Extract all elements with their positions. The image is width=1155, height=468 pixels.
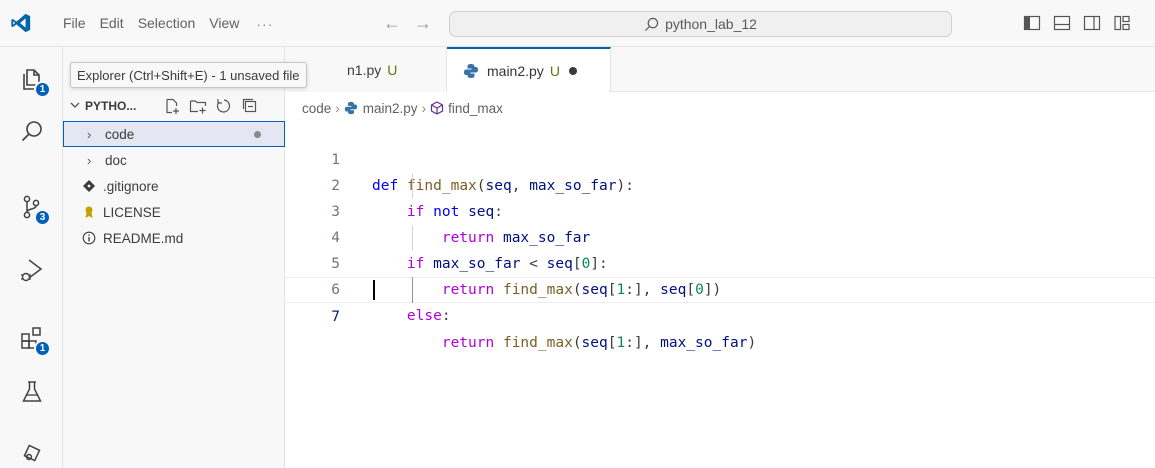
menu-file[interactable]: File (56, 0, 93, 47)
indent-guide (412, 225, 413, 251)
code-editor[interactable]: 1 def find_max(seq, max_so_far): 2 if no… (285, 120, 1155, 468)
tree-item-code[interactable]: › code (63, 121, 285, 147)
indent-guide (412, 173, 413, 199)
tab-n1[interactable]: n1.py U (285, 47, 447, 92)
line-number: 7 (331, 309, 340, 325)
explorer-activity-button[interactable]: 1 (0, 53, 63, 105)
remote-explorer-activity-button[interactable] (0, 427, 63, 468)
code-line: 6 else: (285, 251, 1155, 324)
tree-item-gitignore[interactable]: .gitignore (63, 173, 285, 199)
tree-item-doc[interactable]: › doc (63, 147, 285, 173)
explorer-actions (163, 97, 259, 115)
tree-item-label: code (105, 126, 135, 142)
remote-icon (22, 444, 41, 462)
workspace-title: PYTHO... (85, 99, 137, 113)
breadcrumb: code › main2.py › find_max (302, 97, 503, 119)
code-line: 3 return max_so_far (285, 173, 1155, 246)
toggle-primary-sidebar-icon[interactable] (1023, 14, 1041, 32)
indent-guide-active (412, 277, 413, 303)
code-line: 2 if not seq: (285, 147, 1155, 220)
tree-item-label: .gitignore (103, 178, 159, 194)
explorer-section-header[interactable]: PYTHO... (63, 91, 285, 121)
menu-view[interactable]: View (202, 0, 246, 47)
command-center-label: python_lab_12 (665, 16, 757, 32)
tab-label: main2.py (487, 63, 544, 79)
code-line: 1 def find_max(seq, max_so_far): (285, 121, 1155, 194)
code-line-active: 7 return find_max(seq[1:], max_so_far) (285, 277, 1155, 351)
python-icon (344, 101, 358, 115)
collapse-all-icon[interactable] (241, 97, 259, 115)
source-control-badge: 3 (34, 209, 51, 226)
text-cursor (373, 280, 375, 300)
customize-layout-icon[interactable] (1113, 14, 1131, 32)
chevron-right-icon: › (87, 126, 92, 142)
tree-item-readme[interactable]: README.md (63, 225, 285, 251)
source-control-activity-button[interactable]: 3 (0, 181, 63, 233)
explorer-badge: 1 (34, 81, 51, 98)
code-line: 4 if max_so_far < seq[0]: (285, 199, 1155, 272)
untracked-status-badge: U (549, 63, 560, 79)
extensions-activity-button[interactable]: 1 (0, 312, 63, 364)
tree-item-label: README.md (103, 230, 184, 246)
unsaved-dot-icon[interactable] (568, 67, 577, 75)
menu-bar: File Edit Selection View ··· (56, 0, 283, 47)
file-tree: › code › doc .gitignore LICENSE README.m… (63, 121, 285, 251)
info-icon (81, 231, 97, 245)
untracked-status-badge: U (387, 61, 398, 78)
chevron-down-icon (69, 99, 83, 114)
explorer-sidebar: PYTHO... › code › doc .gitignore LICENSE… (63, 47, 285, 468)
title-bar: File Edit Selection View ··· ← → python_… (0, 0, 1155, 47)
tree-item-label: doc (105, 152, 127, 168)
menu-selection[interactable]: Selection (131, 0, 203, 47)
tree-item-label: LICENSE (103, 204, 161, 220)
symbol-method-icon (430, 101, 444, 115)
breadcrumb-file[interactable]: main2.py (363, 101, 418, 116)
toggle-secondary-sidebar-icon[interactable] (1083, 14, 1101, 32)
menu-edit[interactable]: Edit (93, 0, 131, 47)
testing-activity-button[interactable] (0, 366, 63, 418)
activity-bar: 1 3 1 (0, 47, 63, 468)
modified-dot-icon (254, 131, 261, 138)
new-file-icon[interactable] (163, 97, 181, 115)
breadcrumb-separator: › (421, 100, 427, 116)
menu-more-button[interactable]: ··· (246, 16, 283, 32)
run-debug-icon (20, 259, 42, 282)
new-folder-icon[interactable] (189, 97, 207, 115)
search-activity-button[interactable] (0, 106, 63, 158)
chevron-right-icon: › (87, 152, 92, 168)
search-icon (21, 121, 42, 142)
vscode-logo-icon (11, 13, 31, 33)
python-icon (463, 63, 479, 79)
back-arrow-icon[interactable]: ← (383, 12, 401, 34)
explorer-tooltip: Explorer (Ctrl+Shift+E) - 1 unsaved file (70, 62, 307, 88)
breadcrumb-folder[interactable]: code (302, 101, 331, 116)
tab-label: n1.py (347, 61, 382, 78)
toggle-panel-icon[interactable] (1053, 14, 1071, 32)
tree-item-license[interactable]: LICENSE (63, 199, 285, 225)
extensions-badge: 1 (34, 340, 51, 357)
command-center-search[interactable]: python_lab_12 (449, 11, 952, 37)
beaker-icon (21, 381, 42, 402)
code-line: 5 return find_max(seq[1:], seq[0]) (285, 225, 1155, 298)
refresh-icon[interactable] (215, 97, 233, 115)
breadcrumb-symbol[interactable]: find_max (448, 101, 503, 116)
editor-tabs: n1.py U main2.py U (285, 47, 1155, 93)
code-text: else: (406, 308, 451, 324)
license-icon (81, 205, 97, 219)
search-icon (645, 17, 659, 31)
layout-controls (1023, 14, 1131, 32)
code-text: return find_max(seq[1:], max_so_far) (441, 335, 757, 351)
breadcrumb-separator: › (335, 100, 340, 116)
run-debug-activity-button[interactable] (0, 244, 63, 296)
git-diamond-icon (81, 179, 97, 193)
forward-arrow-icon[interactable]: → (414, 12, 432, 34)
tab-main2[interactable]: main2.py U (447, 47, 611, 93)
